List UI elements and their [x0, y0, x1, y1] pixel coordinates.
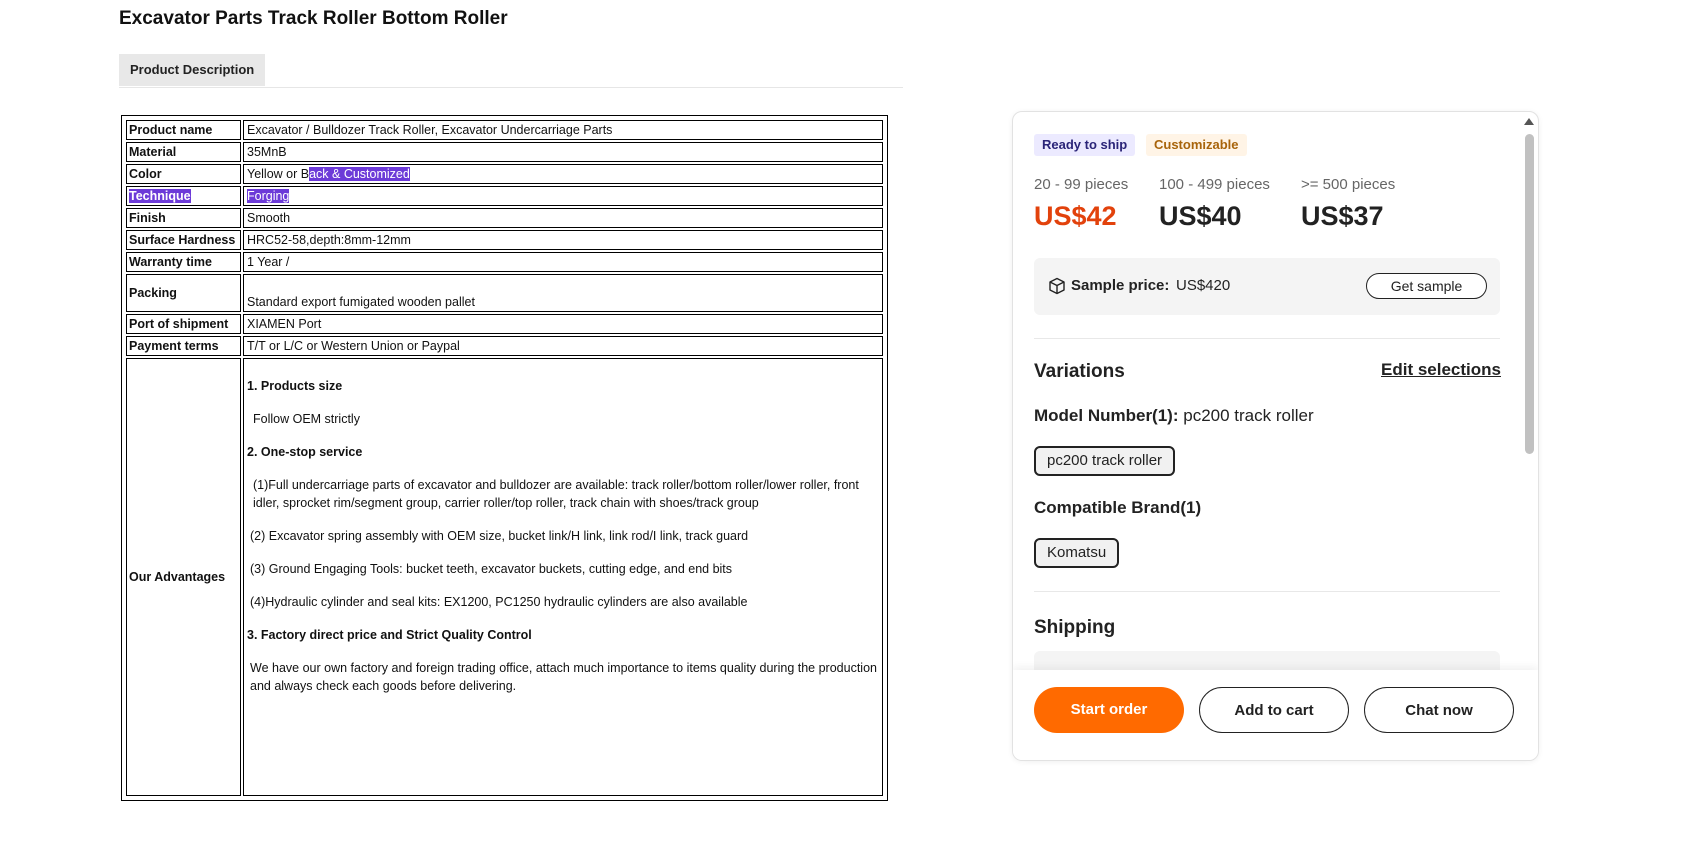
add-to-cart-button[interactable]: Add to cart [1199, 687, 1349, 733]
package-icon [1049, 277, 1065, 295]
advantage-text: (2) Excavator spring assembly with OEM s… [250, 529, 749, 543]
spec-value-advantages: 1. Products size Follow OEM strictly 2. … [243, 358, 883, 796]
spec-key: Color [126, 164, 241, 184]
advantage-text: (3) Ground Engaging Tools: bucket teeth,… [250, 562, 733, 576]
spec-key: Material [126, 142, 241, 162]
table-row: Our Advantages 1. Products size Follow O… [126, 358, 883, 796]
advantage-text: We have our own factory and foreign trad… [250, 661, 877, 693]
spec-key: Finish [126, 208, 241, 228]
table-row: Payment terms T/T or L/C or Western Unio… [126, 336, 883, 356]
table-row: Surface Hardness HRC52-58,depth:8mm-12mm [126, 230, 883, 250]
table-row: Color Yellow or Back & Customized [126, 164, 883, 184]
tier-quantity: 100 - 499 pieces [1159, 176, 1270, 193]
table-row: Material 35MnB [126, 142, 883, 162]
sample-price-box: Sample price: US$420 Get sample [1034, 258, 1500, 315]
price-tier: 100 - 499 pieces US$40 [1159, 176, 1270, 232]
table-row: Product name Excavator / Bulldozer Track… [126, 120, 883, 140]
advantage-heading: 2. One-stop service [247, 445, 363, 459]
table-row: Finish Smooth [126, 208, 883, 228]
spec-value: HRC52-58,depth:8mm-12mm [243, 230, 883, 250]
spec-key: Technique [126, 186, 241, 206]
selected-text: ack & Customized [309, 167, 410, 181]
spec-key: Payment terms [126, 336, 241, 356]
compatible-brand-label: Compatible Brand(1) [1034, 498, 1202, 517]
tier-quantity: >= 500 pieces [1301, 176, 1396, 193]
table-row: Technique Forging [126, 186, 883, 206]
spec-value: 35MnB [243, 142, 883, 162]
attribute-name: Model Number(1): [1034, 406, 1179, 425]
sample-price-label: Sample price: [1071, 277, 1170, 294]
tier-price: US$40 [1159, 201, 1242, 231]
customizable-badge: Customizable [1146, 134, 1247, 156]
tier-price: US$42 [1034, 201, 1117, 231]
spec-value: Yellow or Back & Customized [243, 164, 883, 184]
tier-quantity: 20 - 99 pieces [1034, 176, 1129, 193]
brand-option-chip[interactable]: Komatsu [1034, 538, 1120, 568]
spec-value: Forging [243, 186, 883, 206]
attribute-value: pc200 track roller [1183, 406, 1314, 425]
tab-bar: Product Description [119, 54, 903, 88]
advantage-heading: 1. Products size [247, 379, 343, 393]
action-bar: Start order Add to cart Chat now [1013, 670, 1538, 760]
sample-price-value: US$420 [1176, 277, 1231, 294]
divider [1034, 591, 1500, 592]
table-row: Warranty time 1 Year / [126, 252, 883, 272]
spec-key: Warranty time [126, 252, 241, 272]
advantage-text: (1)Full undercarriage parts of excavator… [253, 478, 859, 510]
price-tier: 20 - 99 pieces US$42 [1034, 176, 1128, 232]
edit-selections-link[interactable]: Edit selections [1381, 360, 1501, 380]
spec-value: Excavator / Bulldozer Track Roller, Exca… [243, 120, 883, 140]
spec-value: T/T or L/C or Western Union or Paypal [243, 336, 883, 356]
spec-key: Port of shipment [126, 314, 241, 334]
tab-product-description[interactable]: Product Description [119, 54, 266, 86]
page-title: Excavator Parts Track Roller Bottom Roll… [119, 8, 508, 29]
spec-value: XIAMEN Port [243, 314, 883, 334]
shipping-title: Shipping [1034, 617, 1116, 638]
advantage-heading: 3. Factory direct price and Strict Quali… [247, 628, 532, 642]
advantage-text: (4)Hydraulic cylinder and seal kits: EX1… [250, 595, 748, 609]
selected-text: Technique [129, 189, 191, 203]
table-row: Packing Standard export fumigated wooden… [126, 274, 883, 312]
chat-now-button[interactable]: Chat now [1364, 687, 1514, 733]
spec-value: 1 Year / [243, 252, 883, 272]
get-sample-button[interactable]: Get sample [1366, 273, 1487, 299]
spec-key: Packing [126, 274, 241, 312]
spec-key: Our Advantages [126, 358, 241, 796]
ready-to-ship-badge: Ready to ship [1034, 134, 1136, 156]
spec-key: Product name [126, 120, 241, 140]
variations-title: Variations [1034, 361, 1125, 382]
order-card: Ready to ship Customizable 20 - 99 piece… [1012, 111, 1539, 761]
selected-text: Forging [247, 189, 290, 203]
price-tier: >= 500 pieces US$37 [1301, 176, 1395, 232]
spec-table: Product name Excavator / Bulldozer Track… [121, 115, 888, 801]
start-order-button[interactable]: Start order [1034, 687, 1184, 733]
tier-price: US$37 [1301, 201, 1384, 231]
divider [1034, 338, 1500, 339]
spec-value-text: Yellow or B [247, 167, 310, 181]
spec-value: Smooth [243, 208, 883, 228]
model-number-label: Model Number(1): pc200 track roller [1034, 406, 1314, 426]
spec-key: Surface Hardness [126, 230, 241, 250]
advantage-text: Follow OEM strictly [253, 412, 360, 426]
scrollbar-thumb[interactable] [1525, 134, 1534, 454]
model-option-chip[interactable]: pc200 track roller [1034, 446, 1176, 476]
spec-value: Standard export fumigated wooden pallet [243, 274, 883, 312]
scroll-up-arrow-icon[interactable] [1524, 118, 1534, 125]
table-row: Port of shipment XIAMEN Port [126, 314, 883, 334]
